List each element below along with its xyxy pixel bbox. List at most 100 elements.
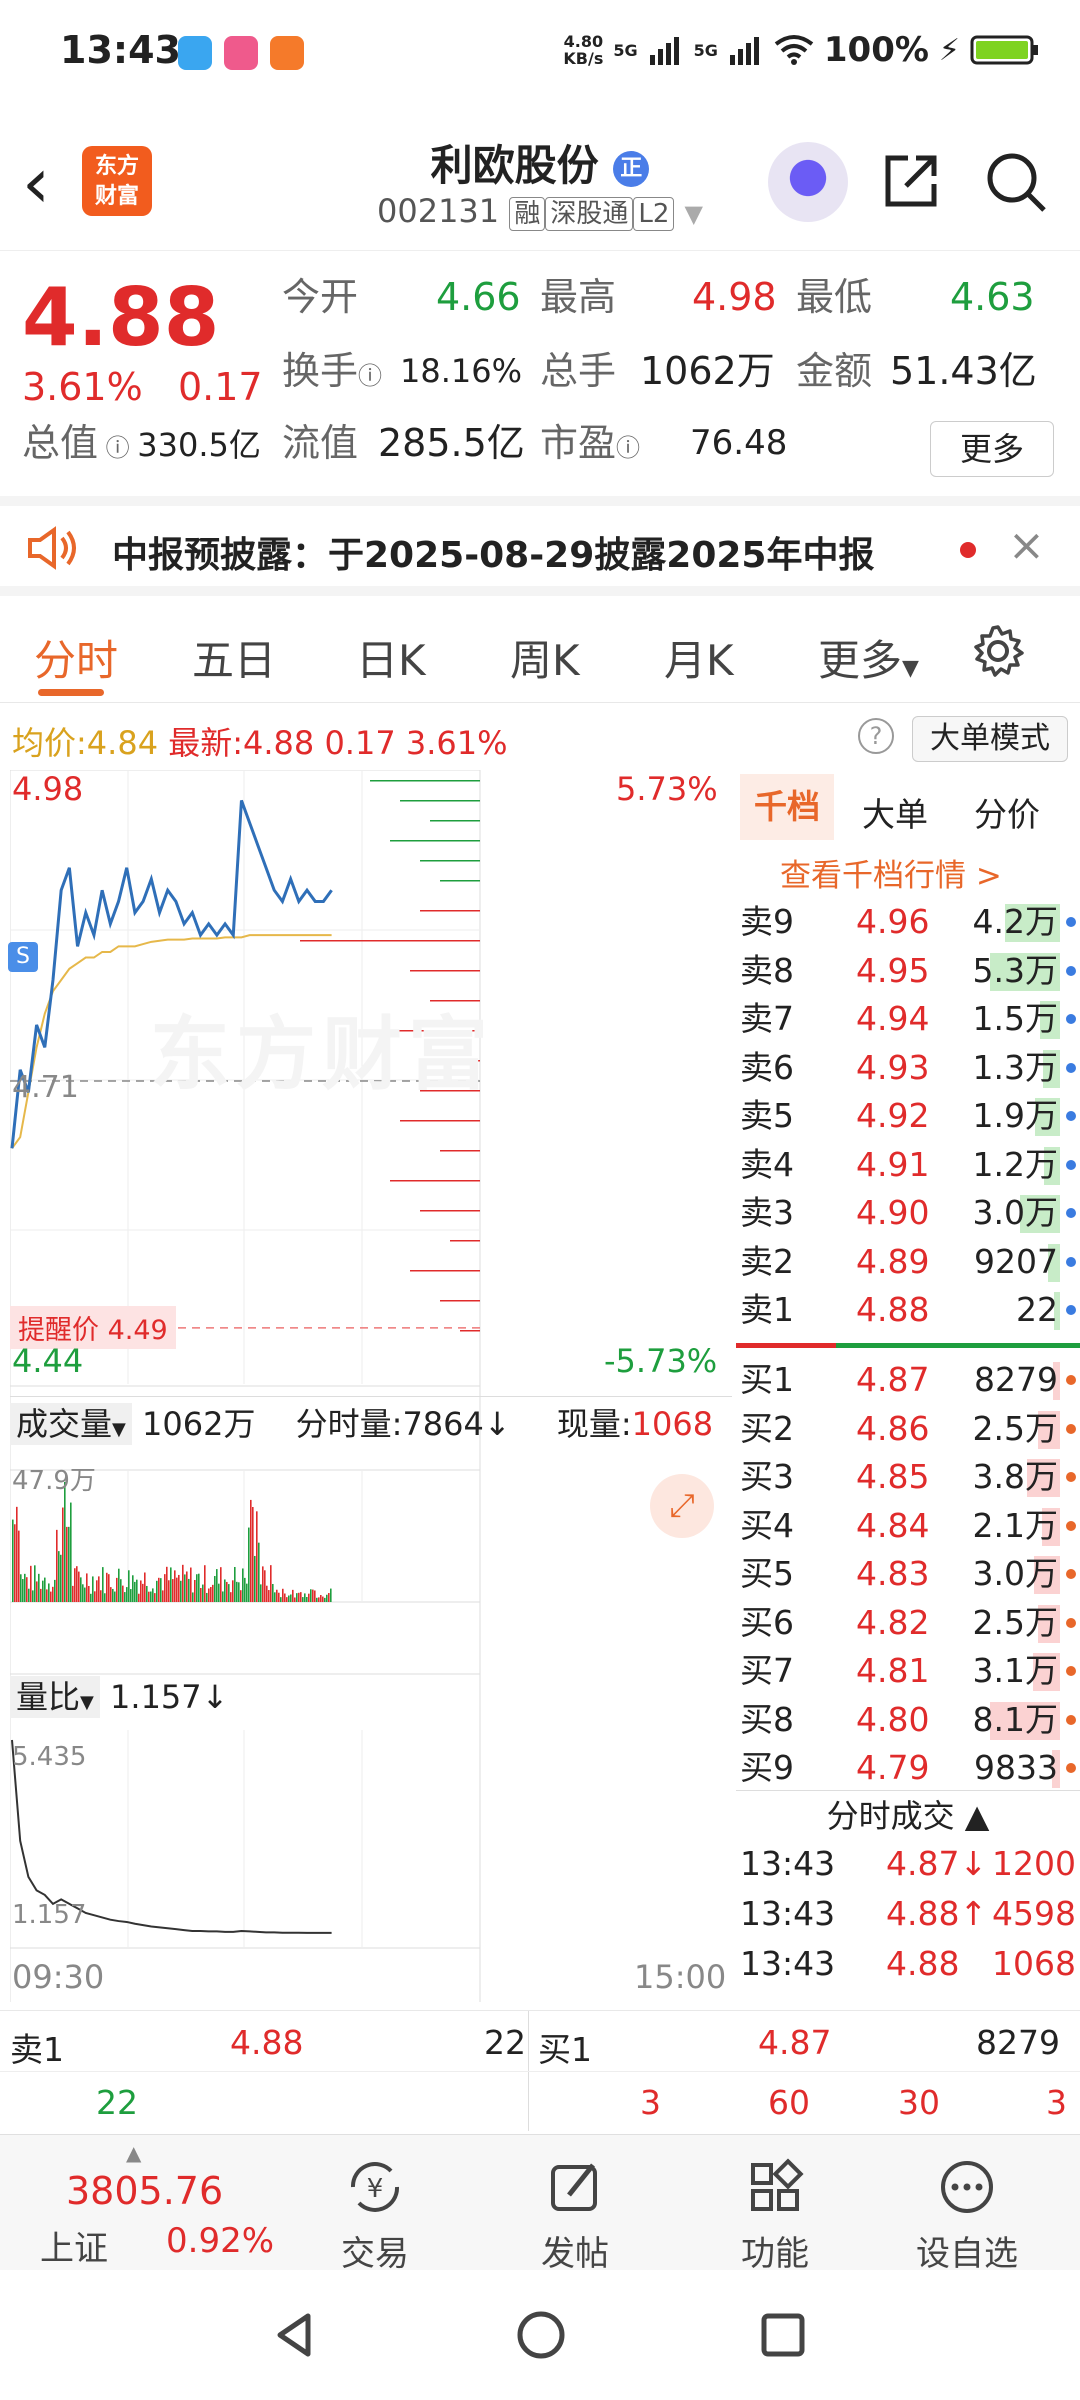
- float-label: 流值: [282, 421, 359, 465]
- add-watchlist-button[interactable]: 设自选: [892, 2157, 1042, 2275]
- notice-dot: [960, 542, 976, 558]
- volume-bar: [68, 1526, 70, 1602]
- level-price: 4.87: [856, 1360, 930, 1399]
- current-volume-label: 现量:: [556, 1405, 632, 1443]
- level-volume: 9833: [974, 1748, 1058, 1787]
- volume-bar: [120, 1579, 122, 1602]
- depth-bar: [420, 860, 480, 862]
- tab-monthly-k[interactable]: 月K: [664, 627, 734, 688]
- big-order-mode-button[interactable]: 大单模式: [912, 716, 1068, 762]
- tab-thousand-levels[interactable]: 千档: [740, 774, 834, 840]
- bid-row[interactable]: 买2 4.86 2.5万: [736, 1405, 1080, 1453]
- sell-marker-icon[interactable]: S: [8, 942, 38, 972]
- volume-bar: [250, 1499, 252, 1602]
- l2-tag: L2: [633, 197, 675, 231]
- help-icon[interactable]: ?: [858, 718, 894, 754]
- sell1-price: 4.88: [230, 2023, 304, 2062]
- level-dot: [1066, 1256, 1076, 1267]
- close-icon[interactable]: ×: [1008, 520, 1045, 571]
- volume-unit: 分时量:7864↓: [295, 1405, 511, 1443]
- level-label: 买7: [740, 1651, 794, 1690]
- nav-back-icon[interactable]: [270, 2310, 320, 2360]
- trade-volume: 1068: [992, 1944, 1076, 1983]
- tab-intraday[interactable]: 分时: [34, 627, 118, 688]
- expand-icon[interactable]: ⤢: [650, 1474, 714, 1538]
- volume-bar: [150, 1591, 152, 1602]
- tab-price-levels[interactable]: 分价: [974, 788, 1040, 836]
- volume-bar: [82, 1584, 84, 1602]
- ask-row[interactable]: 卖3 4.90 3.0万: [736, 1189, 1080, 1237]
- ask-row[interactable]: 卖4 4.91 1.2万: [736, 1141, 1080, 1189]
- settings-gear-icon[interactable]: [970, 623, 1026, 679]
- bid-row[interactable]: 买9 4.79 9833: [736, 1744, 1080, 1790]
- bid-row[interactable]: 买3 4.85 3.8万: [736, 1453, 1080, 1501]
- level-price: 4.83: [856, 1554, 930, 1593]
- volume-dropdown[interactable]: 成交量▼: [10, 1403, 132, 1445]
- nav-recents-icon[interactable]: [758, 2310, 808, 2360]
- ask-row[interactable]: 卖2 4.89 9207: [736, 1238, 1080, 1286]
- trades-header[interactable]: 分时成交 ▲: [736, 1790, 1080, 1840]
- chart-svg: [10, 770, 481, 2002]
- tab-five-day[interactable]: 五日: [192, 627, 276, 688]
- bid-row[interactable]: 买7 4.81 3.1万: [736, 1647, 1080, 1695]
- ask-row[interactable]: 卖5 4.92 1.9万: [736, 1092, 1080, 1140]
- trade-time: 13:43: [740, 1894, 836, 1933]
- dropdown-icon: ▼: [684, 200, 704, 228]
- buy1-price: 4.87: [758, 2023, 832, 2062]
- notice-bar[interactable]: 中报预披露：于2025-08-29披露2025年中报 ×: [0, 496, 1080, 596]
- bid-row[interactable]: 买5 4.83 3.0万: [736, 1550, 1080, 1598]
- volume-bar: [228, 1584, 230, 1602]
- ask-row[interactable]: 卖1 4.88 22: [736, 1286, 1080, 1334]
- bid-row[interactable]: 买6 4.82 2.5万: [736, 1599, 1080, 1647]
- volume-bar: [42, 1580, 44, 1602]
- function-button[interactable]: 功能: [700, 2157, 850, 2275]
- tab-daily-k[interactable]: 日K: [356, 627, 426, 688]
- sell1-label: 卖1: [10, 2030, 64, 2069]
- ratio-dropdown[interactable]: 量比▼: [10, 1676, 100, 1718]
- signal-5g-icon: 5G: [613, 40, 638, 60]
- trade-price: 4.87↓: [886, 1844, 988, 1883]
- trade-volume: 4598: [992, 1894, 1076, 1933]
- post-button[interactable]: 发帖: [500, 2157, 650, 2275]
- volume-bar: [210, 1587, 212, 1602]
- more-button[interactable]: 更多: [930, 421, 1054, 477]
- volume-bar: [246, 1583, 248, 1602]
- view-levels-link[interactable]: 查看千档行情 >: [780, 850, 1002, 895]
- volume-bar: [168, 1580, 170, 1602]
- ai-assistant-icon[interactable]: [768, 142, 848, 222]
- bid-row[interactable]: 买4 4.84 2.1万: [736, 1502, 1080, 1550]
- tab-big-orders[interactable]: 大单: [862, 788, 928, 836]
- depth-bar: [440, 880, 480, 882]
- share-icon[interactable]: [880, 150, 942, 212]
- volume-bar: [132, 1575, 134, 1602]
- bid-row[interactable]: 买1 4.87 8279: [736, 1356, 1080, 1404]
- search-icon[interactable]: [984, 150, 1048, 214]
- volume-bar: [74, 1568, 76, 1602]
- axis-bottom-pct: -5.73%: [604, 1342, 718, 1380]
- level-volume: 4.2万: [972, 902, 1058, 941]
- tab-weekly-k[interactable]: 周K: [510, 627, 580, 688]
- watermark: 东方财富: [150, 1008, 494, 1101]
- ask-row[interactable]: 卖8 4.95 5.3万: [736, 947, 1080, 995]
- pe-label[interactable]: 市盈ⓘ: [540, 419, 640, 472]
- level-price: 4.92: [856, 1096, 930, 1135]
- intraday-chart[interactable]: 4.98 5.73% 4.71 东方财富 S 提醒价 4.49 4.44 -5.…: [8, 770, 732, 2010]
- level-label: 卖7: [740, 999, 794, 1038]
- trade-button[interactable]: ¥ 交易: [300, 2157, 450, 2275]
- ask-row[interactable]: 卖7 4.94 1.5万: [736, 995, 1080, 1043]
- turnover-label[interactable]: 换手ⓘ: [282, 347, 382, 400]
- level-label: 买1: [740, 1360, 794, 1399]
- level-dot: [1066, 1014, 1076, 1024]
- ask-ratio-bar: [736, 1343, 836, 1348]
- amount-label: 金额: [796, 349, 873, 393]
- level-dot: [1066, 1159, 1076, 1170]
- bid-list: 买1 4.87 8279 买2 4.86 2.5万 买3 4.85 3.8万 买4 4.84 2.1万…: [736, 1356, 1080, 1790]
- index-widget[interactable]: ▲ 3805.76 上证 0.92%: [20, 2141, 280, 2269]
- mktcap-row[interactable]: 总值 ⓘ 330.5亿: [22, 419, 261, 472]
- ask-row[interactable]: 卖9 4.96 4.2万: [736, 898, 1080, 946]
- volume-bar: [302, 1597, 304, 1602]
- tab-more[interactable]: 更多▼: [818, 627, 919, 688]
- bid-row[interactable]: 买8 4.80 8.1万: [736, 1696, 1080, 1744]
- ask-row[interactable]: 卖6 4.93 1.3万: [736, 1044, 1080, 1092]
- nav-home-icon[interactable]: [514, 2308, 568, 2362]
